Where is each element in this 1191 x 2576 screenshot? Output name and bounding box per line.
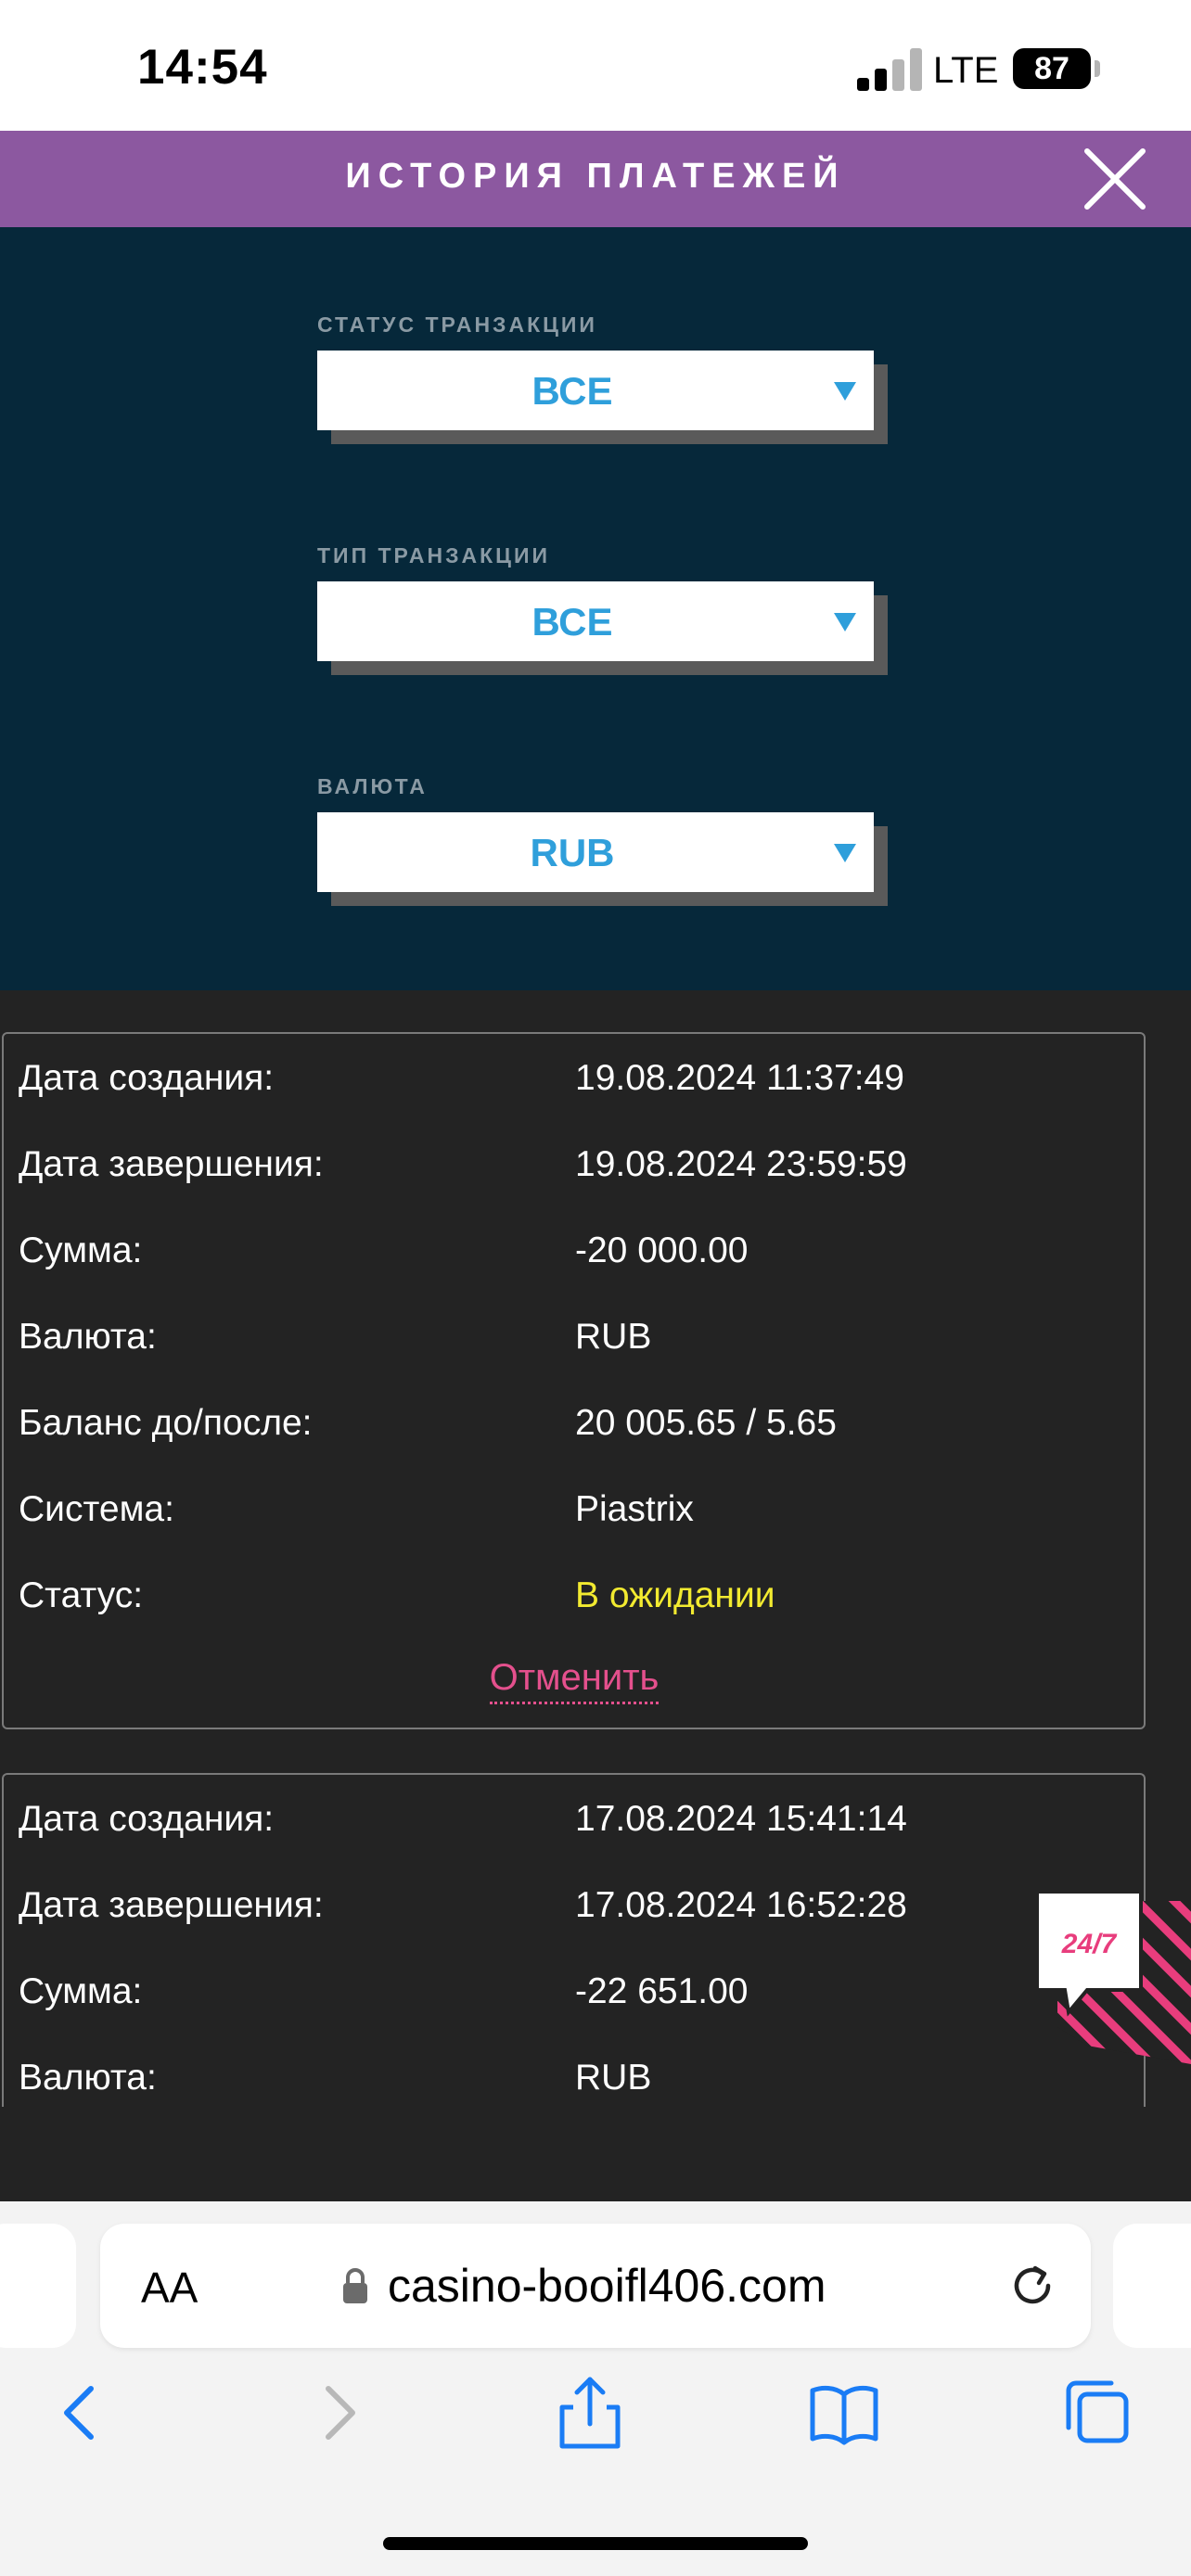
transaction-row: Сумма: -22 651.00	[4, 1947, 1144, 2034]
type-filter: ВСЕ	[317, 581, 888, 676]
signal-icon	[857, 48, 922, 91]
share-icon[interactable]	[553, 2376, 627, 2450]
row-value: 19.08.2024 23:59:59	[575, 1144, 907, 1184]
previous-tab-preview[interactable]	[0, 2224, 76, 2348]
row-value: Piastrix	[575, 1489, 694, 1529]
status-filter: ВСЕ	[317, 351, 888, 445]
row-value: RUB	[575, 1317, 652, 1357]
tabs-icon[interactable]	[1059, 2376, 1133, 2450]
currency-filter-select[interactable]: RUB	[317, 812, 874, 892]
battery-icon: 87	[1013, 48, 1091, 89]
dropdown-arrow-icon	[834, 844, 856, 862]
row-value: 17.08.2024 16:52:28	[575, 1885, 907, 1925]
transaction-row: Дата завершения: 17.08.2024 16:52:28	[4, 1861, 1144, 1947]
text-size-button[interactable]: AA	[141, 2263, 198, 2313]
row-value: 20 005.65 / 5.65	[575, 1403, 837, 1443]
row-label: Баланс до/после:	[19, 1403, 313, 1443]
select-value: ВСЕ	[531, 369, 613, 413]
forward-icon[interactable]	[302, 2376, 377, 2450]
battery-level: 87	[1034, 51, 1069, 86]
cancel-transaction-link[interactable]: Отменить	[4, 1657, 1144, 1704]
transaction-row: Статус: В ожидании	[4, 1551, 1144, 1638]
support-badge-label: 24/7	[1061, 1929, 1118, 1959]
transaction-card: Дата создания: 17.08.2024 15:41:14 Дата …	[2, 1773, 1146, 2107]
row-label: Статус:	[19, 1575, 144, 1615]
row-value: -22 651.00	[575, 1971, 749, 2011]
select-value: RUB	[530, 831, 615, 874]
row-label: Валюта:	[19, 1317, 157, 1357]
row-label: Дата создания:	[19, 1799, 275, 1839]
clock: 14:54	[137, 40, 268, 95]
transaction-row: Сумма: -20 000.00	[4, 1206, 1144, 1293]
browser-toolbar: AA casino-booifl406.com	[0, 2201, 1191, 2576]
dropdown-arrow-icon	[834, 382, 856, 401]
status-filter-select[interactable]: ВСЕ	[317, 351, 874, 430]
select-value: ВСЕ	[531, 600, 613, 644]
row-label: Валюта:	[19, 2058, 157, 2098]
status-value: В ожидании	[575, 1575, 775, 1615]
battery-tip	[1095, 60, 1100, 77]
row-value: RUB	[575, 2058, 652, 2098]
row-label: Дата завершения:	[19, 1144, 324, 1184]
row-label: Сумма:	[19, 1971, 143, 2011]
row-value: -20 000.00	[575, 1231, 749, 1270]
transaction-card: Дата создания: 19.08.2024 11:37:49 Дата …	[2, 1032, 1146, 1729]
back-icon[interactable]	[43, 2376, 117, 2450]
text-size-label: AA	[141, 2264, 198, 2312]
filters-panel: СТАТУС ТРАНЗАКЦИИ ВСЕ ТИП ТРАНЗАКЦИИ ВСЕ…	[0, 227, 1191, 990]
type-filter-label: ТИП ТРАНЗАКЦИИ	[317, 543, 551, 567]
page-title: ИСТОРИЯ ПЛАТЕЖЕЙ	[345, 157, 846, 196]
transaction-row: Дата завершения: 19.08.2024 23:59:59	[4, 1120, 1144, 1206]
currency-filter-label: ВАЛЮТА	[317, 774, 428, 798]
type-filter-select[interactable]: ВСЕ	[317, 581, 874, 661]
address-bar[interactable]: AA casino-booifl406.com	[100, 2224, 1091, 2348]
network-type: LTE	[933, 50, 999, 91]
row-value: 19.08.2024 11:37:49	[575, 1058, 904, 1098]
transaction-row: Валюта: RUB	[4, 1293, 1144, 1379]
row-label: Дата создания:	[19, 1058, 275, 1098]
row-label: Система:	[19, 1489, 174, 1529]
status-bar: 14:54 LTE 87	[0, 0, 1191, 131]
transaction-row: Валюта: RUB	[4, 2034, 1144, 2107]
cancel-label: Отменить	[489, 1657, 660, 1704]
support-chat-button[interactable]: 24/7	[1031, 1888, 1191, 2064]
reload-icon[interactable]	[1007, 2261, 1057, 2311]
transaction-row: Дата создания: 17.08.2024 15:41:14	[4, 1775, 1144, 1861]
bookmarks-icon[interactable]	[807, 2376, 881, 2450]
row-label: Дата завершения:	[19, 1885, 324, 1925]
chat-bubble-icon: 24/7	[1035, 1890, 1191, 2064]
page-header: ИСТОРИЯ ПЛАТЕЖЕЙ	[0, 131, 1191, 227]
row-value: 17.08.2024 15:41:14	[575, 1799, 907, 1839]
transaction-row: Система: Piastrix	[4, 1465, 1144, 1551]
home-indicator	[383, 2537, 808, 2550]
transaction-row: Баланс до/после: 20 005.65 / 5.65	[4, 1379, 1144, 1465]
next-tab-preview[interactable]	[1113, 2224, 1191, 2348]
currency-filter: RUB	[317, 812, 888, 907]
lock-icon	[343, 2268, 367, 2303]
transaction-row: Дата создания: 19.08.2024 11:37:49	[4, 1034, 1144, 1120]
close-icon	[1084, 148, 1146, 210]
close-button[interactable]	[1082, 146, 1148, 212]
row-label: Сумма:	[19, 1231, 143, 1270]
status-filter-label: СТАТУС ТРАНЗАКЦИИ	[317, 312, 597, 337]
url-text: casino-booifl406.com	[388, 2260, 826, 2312]
dropdown-arrow-icon	[834, 613, 856, 631]
